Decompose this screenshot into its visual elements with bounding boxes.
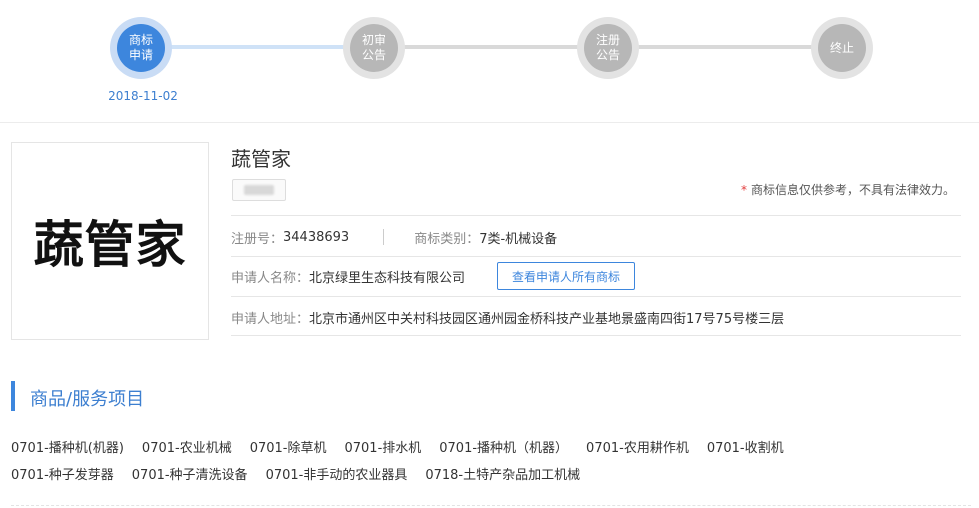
address-value: 北京市通州区中关村科技园区通州园金桥科技产业基地景盛南四街17号75号楼三层 bbox=[309, 311, 785, 327]
goods-item: 0701-种子清洗设备 bbox=[131, 468, 248, 483]
address-label: 申请人地址： bbox=[231, 311, 310, 327]
step-application-label: 商标 申请 bbox=[117, 24, 165, 72]
step-termination-label: 终止 bbox=[818, 24, 866, 72]
section-accent-bar bbox=[11, 381, 15, 411]
category-value: 7类-机械设备 bbox=[479, 231, 558, 247]
divider bbox=[231, 215, 961, 216]
goods-section-title: 商品/服务项目 bbox=[30, 389, 145, 410]
reg-no-label: 注册号： bbox=[231, 231, 284, 247]
blurred-badge-content bbox=[244, 185, 274, 195]
step-termination: 终止 bbox=[811, 17, 873, 79]
address-row: 申请人地址： 北京市通州区中关村科技园区通州园金桥科技产业基地景盛南四街17号7… bbox=[231, 307, 784, 327]
goods-item: 0701-种子发芽器 bbox=[11, 468, 114, 483]
step-preliminary-label: 初审 公告 bbox=[350, 24, 398, 72]
goods-item: 0701-农用耕作机 bbox=[586, 441, 689, 456]
goods-item: 0718-土特产杂品加工机械 bbox=[425, 468, 581, 483]
step-registration-label: 注册 公告 bbox=[584, 24, 632, 72]
view-applicant-trademarks-button[interactable]: 查看申请人所有商标 bbox=[497, 262, 635, 290]
divider bbox=[11, 505, 971, 507]
applicant-label: 申请人名称： bbox=[231, 270, 310, 286]
goods-item: 0701-播种机(机器) bbox=[11, 441, 124, 456]
trademark-image: 蔬管家 bbox=[11, 142, 209, 340]
applicant-row: 申请人名称： 北京绿里生态科技有限公司 bbox=[231, 266, 465, 286]
disclaimer: * 商标信息仅供参考，不具有法律效力。 bbox=[741, 181, 955, 198]
goods-item: 0701-播种机（机器） bbox=[439, 441, 569, 456]
step-application-date: 2018-11-02 bbox=[108, 89, 178, 103]
step-registration-announcement: 注册 公告 bbox=[577, 17, 639, 79]
status-progress: 商标 申请 初审 公告 注册 公告 终止 2018-11-02 bbox=[0, 0, 979, 123]
goods-list-row-2: 0701-种子发芽器 0701-种子清洗设备 0701-非手动的农业器具 0718-土… bbox=[11, 464, 971, 483]
divider bbox=[231, 335, 961, 336]
category-label: 商标类别： bbox=[414, 231, 480, 247]
goods-item: 0701-收割机 bbox=[706, 441, 784, 456]
step-preliminary-announcement: 初审 公告 bbox=[343, 17, 405, 79]
trademark-image-text: 蔬管家 bbox=[33, 215, 187, 274]
divider bbox=[231, 256, 961, 257]
goods-item: 0701-农业机械 bbox=[141, 441, 232, 456]
goods-list-row-1: 0701-播种机(机器) 0701-农业机械 0701-除草机 0701-排水机 070… bbox=[11, 437, 971, 456]
applicant-value: 北京绿里生态科技有限公司 bbox=[309, 270, 466, 286]
goods-item: 0701-除草机 bbox=[249, 441, 327, 456]
progress-line-completed bbox=[141, 45, 374, 49]
goods-item: 0701-非手动的农业器具 bbox=[265, 468, 408, 483]
registration-row: 注册号： 34438693 商标类别： 7类-机械设备 bbox=[231, 227, 557, 247]
reg-no-value: 34438693 bbox=[283, 229, 350, 245]
separator bbox=[383, 229, 385, 245]
divider bbox=[231, 296, 961, 297]
status-badge bbox=[232, 179, 286, 201]
disclaimer-text: 商标信息仅供参考，不具有法律效力。 bbox=[750, 183, 955, 197]
goods-item: 0701-排水机 bbox=[344, 441, 422, 456]
trademark-name: 蔬管家 bbox=[231, 147, 291, 171]
required-star: * bbox=[740, 183, 747, 197]
step-application: 商标 申请 bbox=[110, 17, 172, 79]
